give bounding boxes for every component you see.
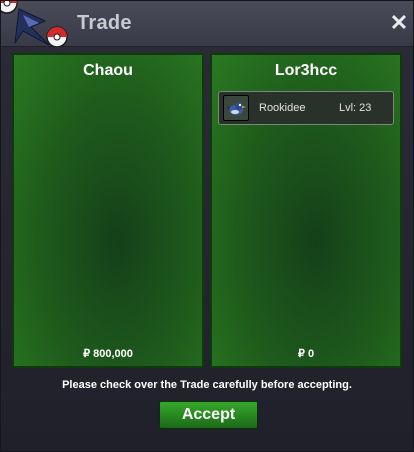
pokemon-level: Lvl: 23 xyxy=(339,102,372,114)
trade-window: Trade ✕ Chaou ₽ 800,000 Lor3hcc Rookidee… xyxy=(0,0,414,452)
close-button[interactable]: ✕ xyxy=(389,10,409,35)
partner-trainer-name: Lor3hcc xyxy=(274,62,338,79)
rookidee-icon xyxy=(223,95,249,121)
trade-content: Chaou ₽ 800,000 Lor3hcc Rookidee Lvl: 23… xyxy=(1,47,413,451)
my-trainer-name: Chaou xyxy=(83,62,133,79)
pokeball-logo-icon xyxy=(1,1,68,48)
trade-notice: Please check over the Trade carefully be… xyxy=(62,379,352,391)
window-title: Trade xyxy=(77,12,132,34)
close-icon: ✕ xyxy=(389,10,409,35)
offered-pokemon-row[interactable]: Rookidee Lvl: 23 xyxy=(218,91,394,125)
my-offer-panel[interactable]: Chaou ₽ 800,000 xyxy=(12,53,204,368)
my-money-offer: ₽ 800,000 xyxy=(83,348,133,360)
partner-offer-panel[interactable]: Lor3hcc Rookidee Lvl: 23 ₽ 0 xyxy=(210,53,402,368)
partner-money-offer: ₽ 0 xyxy=(297,348,315,360)
accept-button[interactable]: Accept xyxy=(159,401,258,429)
pokemon-name: Rookidee xyxy=(259,102,306,114)
